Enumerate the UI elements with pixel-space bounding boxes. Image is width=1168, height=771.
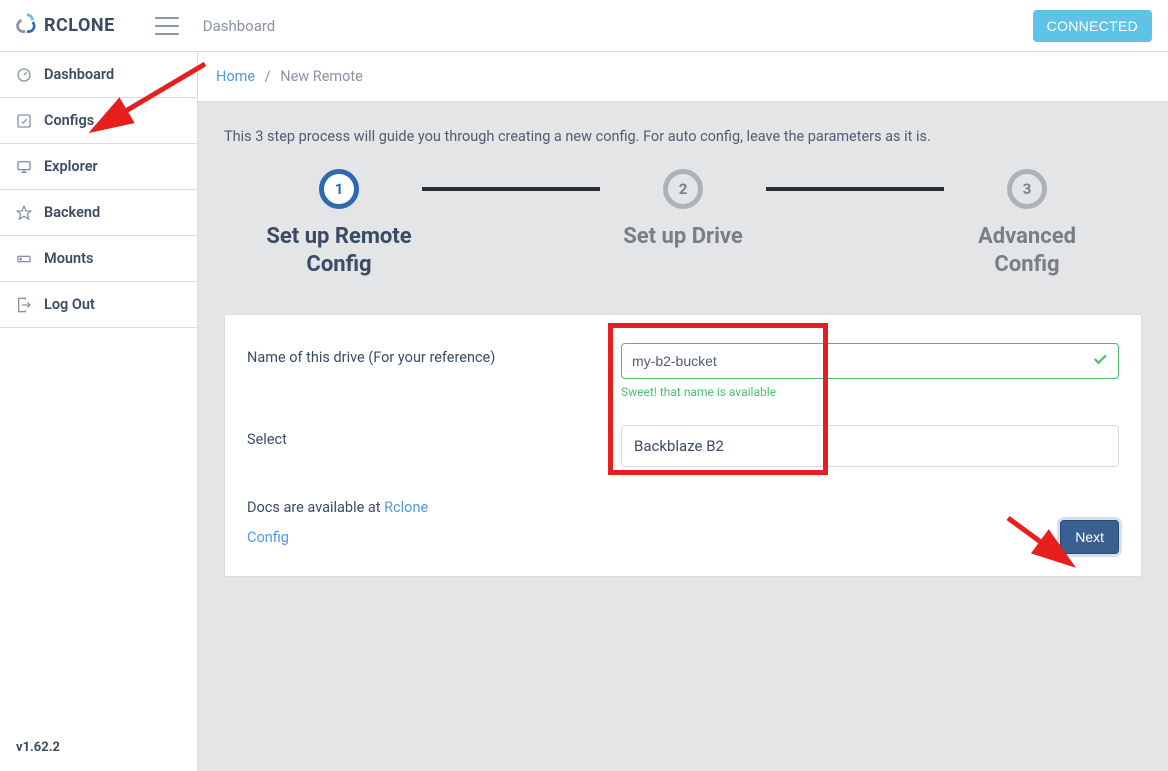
step-connector [422, 187, 600, 191]
step-title: Set up Remote Config [264, 223, 414, 278]
step-1[interactable]: 1 Set up Remote Config [264, 169, 414, 278]
next-button[interactable]: Next [1060, 520, 1119, 554]
logout-icon [16, 297, 32, 313]
sidebar-item-explorer[interactable]: Explorer [0, 144, 197, 190]
step-number: 2 [663, 169, 703, 209]
breadcrumb-separator: / [265, 68, 271, 85]
sidebar-item-label: Dashboard [44, 66, 114, 83]
step-title: Advanced Config [952, 223, 1102, 278]
main-content: Home / New Remote This 3 step process wi… [198, 52, 1168, 771]
step-2[interactable]: 2 Set up Drive [608, 169, 758, 251]
step-number: 3 [1007, 169, 1047, 209]
wizard-steps: 1 Set up Remote Config 2 Set up Drive 3 … [224, 169, 1142, 314]
speedometer-icon [16, 67, 32, 83]
sidebar-item-mounts[interactable]: Mounts [0, 236, 197, 282]
sidebar-item-label: Configs [44, 112, 94, 129]
drive-name-label: Name of this drive (For your reference) [247, 343, 621, 366]
logo-icon [16, 13, 38, 39]
sidebar-item-label: Backend [44, 204, 100, 221]
monitor-icon [16, 159, 32, 175]
wizard-intro: This 3 step process will guide you throu… [224, 128, 1142, 145]
form-card: Name of this drive (For your reference) … [224, 314, 1142, 577]
connection-status-button[interactable]: CONNECTED [1033, 10, 1152, 42]
drive-name-input[interactable] [621, 343, 1119, 379]
sidebar-item-label: Explorer [44, 158, 98, 175]
breadcrumb-home[interactable]: Home [216, 68, 255, 85]
docs-text: Docs are available at Rclone Config [247, 493, 447, 554]
sidebar-item-logout[interactable]: Log Out [0, 282, 197, 328]
step-title: Set up Drive [623, 223, 743, 251]
version-label: v1.62.2 [0, 724, 197, 771]
breadcrumb-current: New Remote [280, 68, 363, 85]
breadcrumb: Home / New Remote [198, 52, 1168, 102]
sidebar-item-dashboard[interactable]: Dashboard [0, 52, 197, 98]
step-number: 1 [319, 169, 359, 209]
name-availability-message: Sweet! that name is available [621, 385, 1119, 399]
sidebar-item-configs[interactable]: Configs [0, 98, 197, 144]
checkmark-icon [1091, 350, 1109, 372]
topbar: RCLONE Dashboard CONNECTED [0, 0, 1168, 52]
sidebar-item-label: Log Out [44, 296, 95, 313]
page-title: Dashboard [203, 17, 1033, 35]
select-label: Select [247, 425, 621, 448]
sidebar-item-backend[interactable]: Backend [0, 190, 197, 236]
drive-icon [16, 251, 32, 267]
step-3[interactable]: 3 Advanced Config [952, 169, 1102, 278]
sidebar: Dashboard Configs Explorer Backend Mount… [0, 52, 198, 771]
star-icon [16, 205, 32, 221]
sidebar-item-label: Mounts [44, 250, 93, 267]
provider-select[interactable]: Backblaze B2 [621, 425, 1119, 467]
brand-logo[interactable]: RCLONE [16, 13, 115, 39]
hamburger-icon[interactable] [155, 17, 179, 35]
edit-icon [16, 113, 32, 129]
step-connector [766, 187, 944, 191]
brand-text: RCLONE [44, 15, 115, 36]
